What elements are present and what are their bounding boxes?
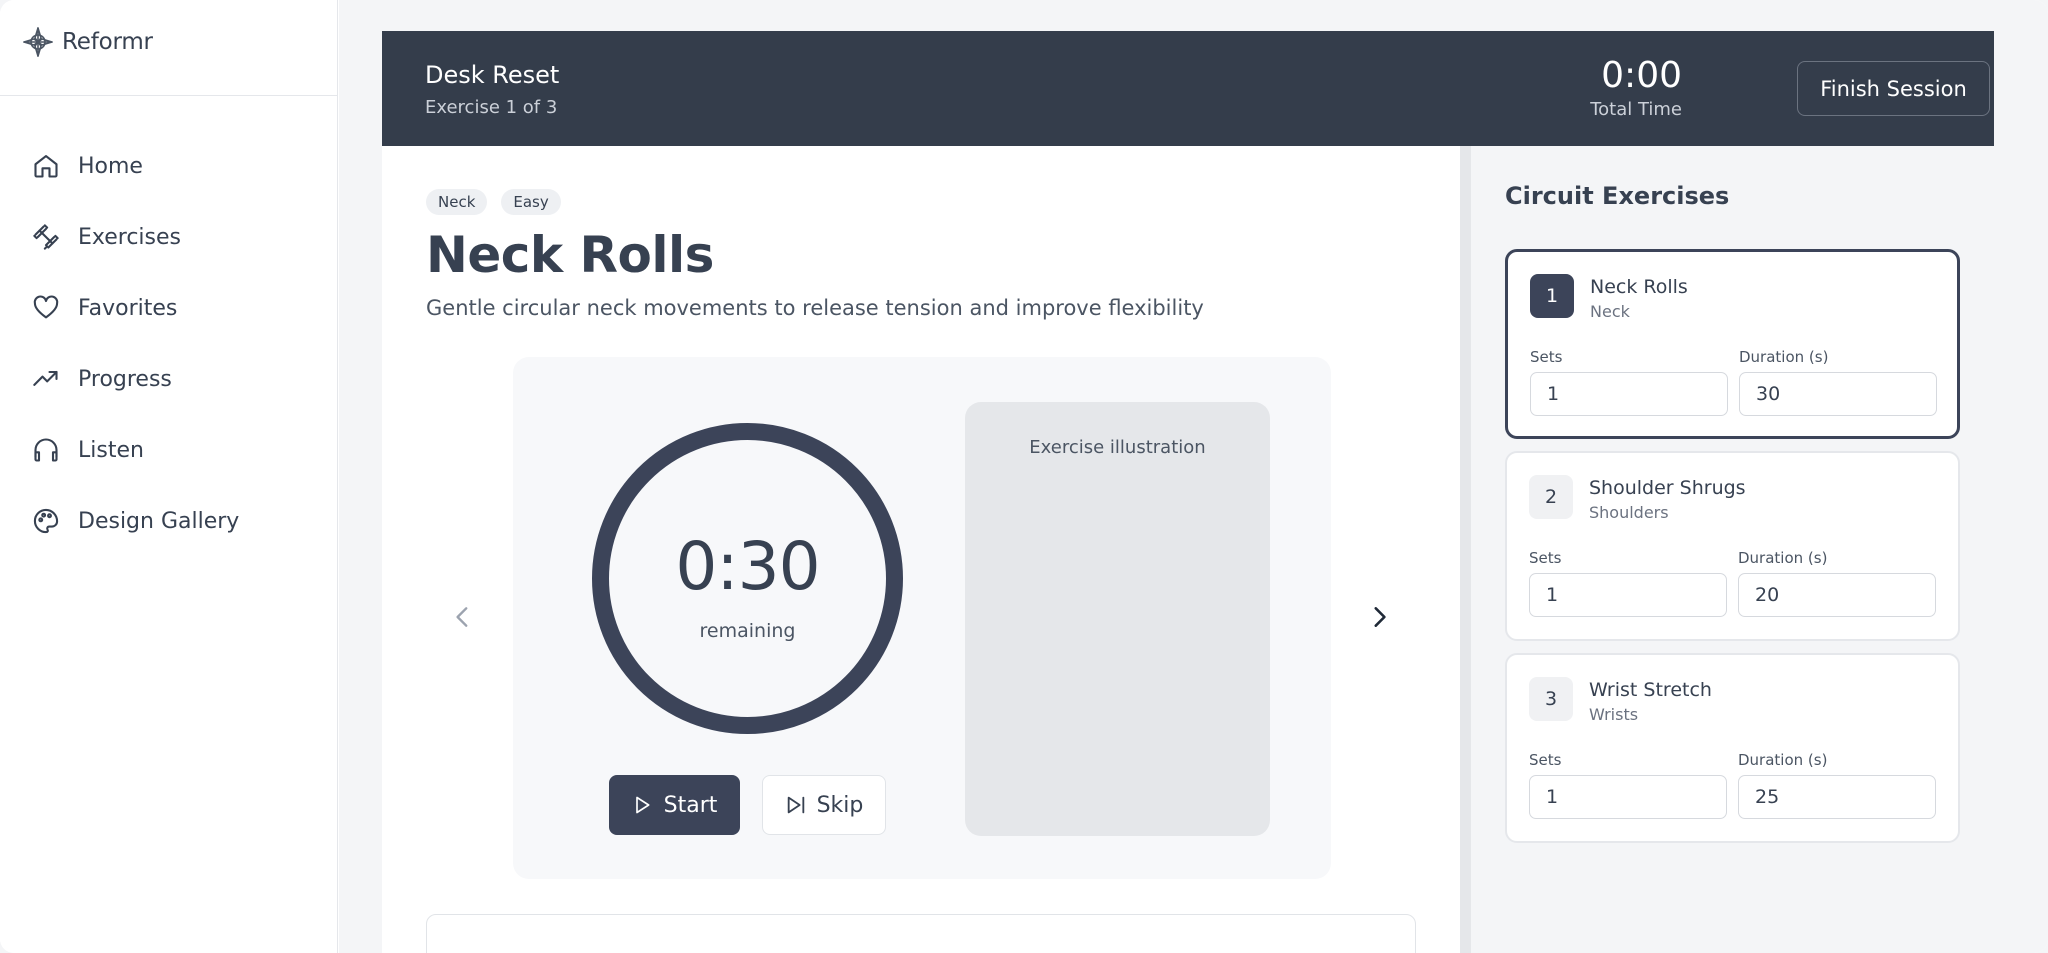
sidebar-item-favorites[interactable]: Favorites xyxy=(32,286,177,330)
exercise-title: Neck Rolls xyxy=(426,226,714,284)
duration-label: Duration (s) xyxy=(1738,751,1828,769)
main-area: Desk Reset Exercise 1 of 3 0:00 Total Ti… xyxy=(339,0,2048,953)
sidebar-item-label: Favorites xyxy=(78,295,178,321)
sidebar-divider xyxy=(0,95,338,96)
exercise-illustration: Exercise illustration xyxy=(965,402,1270,836)
sidebar-item-label: Progress xyxy=(78,366,172,392)
start-button-label: Start xyxy=(663,792,718,818)
session-header: Desk Reset Exercise 1 of 3 0:00 Total Ti… xyxy=(382,31,1994,146)
timer-ring: 0:30 remaining xyxy=(592,423,903,734)
sidebar-item-listen[interactable]: Listen xyxy=(32,428,144,472)
sidebar-item-design-gallery[interactable]: Design Gallery xyxy=(32,499,239,543)
circuit-exercise-card[interactable]: 3 Wrist Stretch Wrists Sets Duration (s) xyxy=(1505,653,1960,843)
exercise-name: Neck Rolls xyxy=(1590,276,1688,298)
tag-body-area: Neck xyxy=(426,189,488,215)
timer-value: 0:30 xyxy=(675,528,820,605)
circuit-panel: Circuit Exercises 1 Neck Rolls Neck Sets… xyxy=(1471,146,1994,953)
sidebar-item-home[interactable]: Home xyxy=(32,144,143,188)
chevron-left-icon[interactable] xyxy=(450,604,476,630)
total-time-value: 0:00 xyxy=(1601,55,1682,96)
exercise-description: Gentle circular neck movements to releas… xyxy=(426,296,1204,320)
skip-button[interactable]: Skip xyxy=(762,775,886,835)
logo-icon xyxy=(23,27,53,57)
skip-forward-icon xyxy=(787,796,804,814)
duration-input[interactable] xyxy=(1739,372,1937,416)
app-window: Reformr Home Exercises Favorites Progres… xyxy=(0,0,2048,953)
sets-input[interactable] xyxy=(1529,573,1727,617)
chevron-right-icon[interactable] xyxy=(1366,604,1392,630)
sidebar-item-exercises[interactable]: Exercises xyxy=(32,215,181,259)
exercise-body-area: Shoulders xyxy=(1589,503,1669,522)
exercise-panel: Neck Easy Neck Rolls Gentle circular nec… xyxy=(382,146,1460,953)
exercise-player: 0:30 remaining Start Skip Exercise illus… xyxy=(513,357,1331,879)
total-time-label: Total Time xyxy=(1590,99,1682,120)
exercise-number: 2 xyxy=(1529,475,1573,519)
sets-label: Sets xyxy=(1529,549,1562,567)
brand[interactable]: Reformr xyxy=(22,24,153,60)
sets-label: Sets xyxy=(1530,348,1563,366)
sidebar-item-label: Home xyxy=(78,153,143,179)
duration-input[interactable] xyxy=(1738,775,1936,819)
timer-label: remaining xyxy=(699,620,796,642)
duration-label: Duration (s) xyxy=(1738,549,1828,567)
illustration-placeholder-text: Exercise illustration xyxy=(1029,437,1206,458)
circuit-exercise-card[interactable]: 1 Neck Rolls Neck Sets Duration (s) xyxy=(1505,249,1960,439)
sets-input[interactable] xyxy=(1530,372,1728,416)
home-icon xyxy=(34,155,58,178)
skip-button-label: Skip xyxy=(816,792,864,818)
session-progress: Exercise 1 of 3 xyxy=(425,97,558,118)
sidebar: Reformr Home Exercises Favorites Progres… xyxy=(0,0,338,953)
palette-icon xyxy=(33,508,59,534)
circuit-exercise-card[interactable]: 2 Shoulder Shrugs Shoulders Sets Duratio… xyxy=(1505,451,1960,641)
sidebar-item-label: Listen xyxy=(78,437,144,463)
exercise-name: Wrist Stretch xyxy=(1589,679,1712,701)
dumbbell-icon xyxy=(33,224,59,250)
exercise-body-area: Wrists xyxy=(1589,705,1639,724)
exercise-tags: Neck Easy xyxy=(426,189,561,215)
start-button[interactable]: Start xyxy=(609,775,740,835)
tag-difficulty: Easy xyxy=(501,189,561,215)
trending-up-icon xyxy=(33,370,58,386)
exercise-number: 3 xyxy=(1529,677,1573,721)
brand-name: Reformr xyxy=(62,29,153,55)
exercise-details-card xyxy=(426,914,1416,953)
play-icon xyxy=(635,796,650,814)
sidebar-item-label: Design Gallery xyxy=(78,508,240,534)
panel-divider[interactable] xyxy=(1460,146,1471,953)
heart-icon xyxy=(33,295,59,319)
circuit-title: Circuit Exercises xyxy=(1505,182,1730,210)
exercise-number: 1 xyxy=(1530,274,1574,318)
exercise-name: Shoulder Shrugs xyxy=(1589,477,1746,499)
exercise-body-area: Neck xyxy=(1590,302,1630,321)
sets-input[interactable] xyxy=(1529,775,1727,819)
session-title: Desk Reset xyxy=(425,61,560,89)
sidebar-item-label: Exercises xyxy=(78,224,182,250)
sidebar-item-progress[interactable]: Progress xyxy=(32,357,172,401)
duration-label: Duration (s) xyxy=(1739,348,1829,366)
duration-input[interactable] xyxy=(1738,573,1936,617)
sets-label: Sets xyxy=(1529,751,1562,769)
headphones-icon xyxy=(34,438,58,462)
finish-session-button[interactable]: Finish Session xyxy=(1797,61,1990,116)
